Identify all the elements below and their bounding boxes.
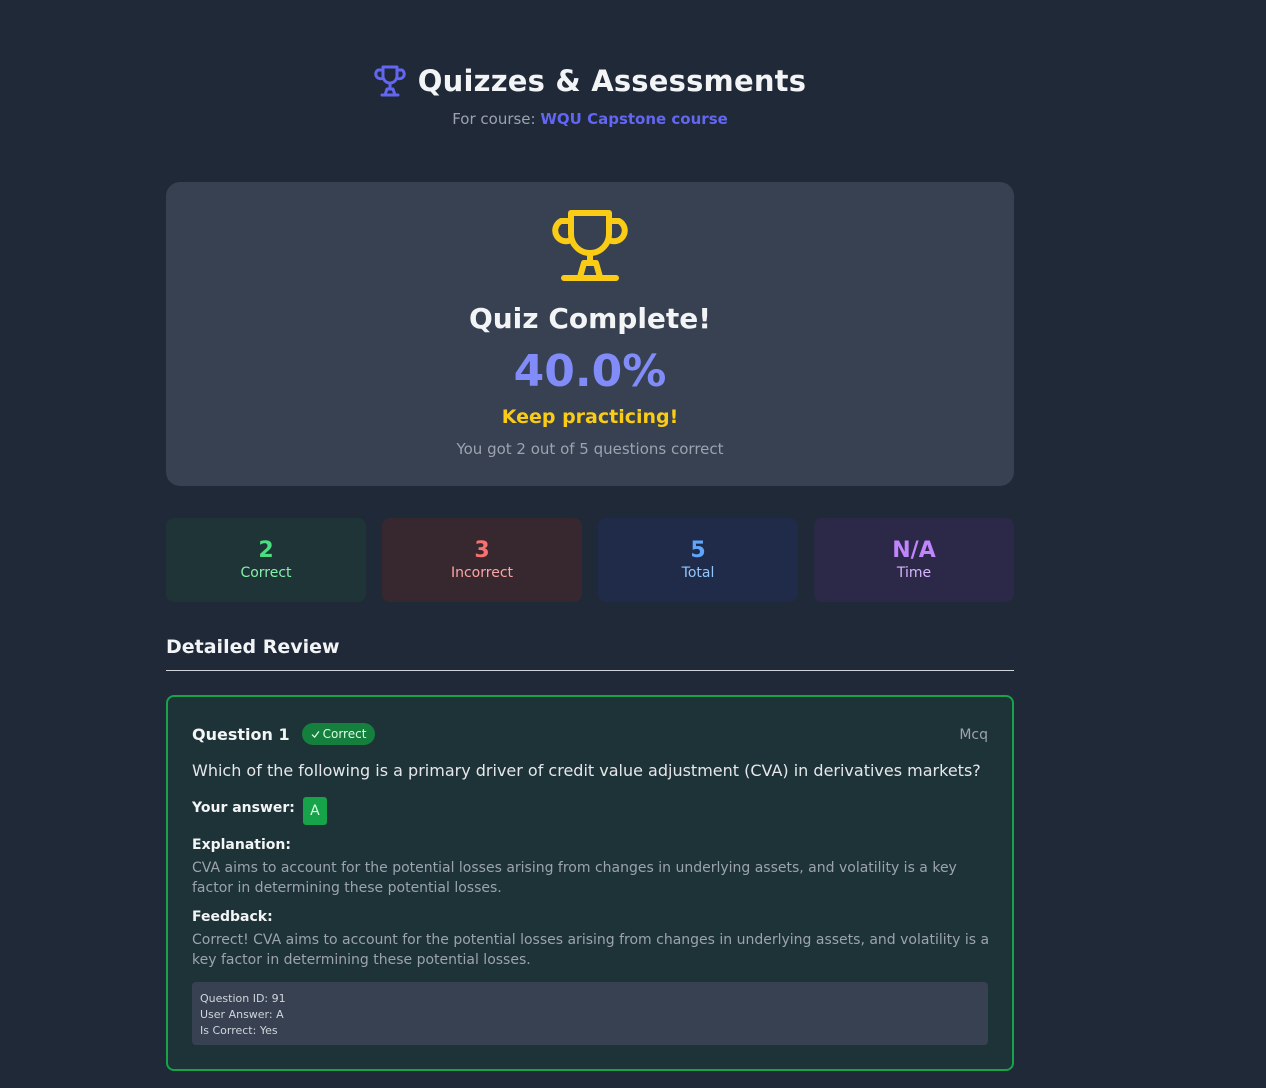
quiz-complete-heading: Quiz Complete! [468, 302, 712, 335]
status-badge: Correct [301, 723, 376, 745]
question-type: Mcq [959, 727, 988, 743]
trophy-icon [374, 65, 406, 97]
question-header: Question 1 Correct [192, 723, 376, 745]
explanation-label: Explanation: [192, 837, 291, 853]
stat-correct: 2 Correct [166, 518, 366, 602]
check-icon [311, 730, 319, 738]
course-link[interactable]: WQU Capstone course [540, 110, 727, 128]
stat-label: Correct [240, 565, 292, 581]
encouragement-message: Keep practicing! [501, 406, 679, 428]
page-title: Quizzes & Assessments [417, 64, 807, 98]
feedback-label: Feedback: [192, 909, 273, 925]
stat-value: 5 [690, 538, 706, 563]
course-prefix: For course: [452, 110, 536, 128]
score-summary: You got 2 out of 5 questions correct [456, 440, 724, 458]
score-percentage: 40.0% [513, 346, 667, 397]
quiz-result-card: Quiz Complete! 40.0% Keep practicing! Yo… [166, 182, 1014, 486]
feedback-text: Correct! CVA aims to account for the pot… [192, 932, 990, 968]
question-text: Which of the following is a primary driv… [192, 761, 981, 780]
meta-question-id: Question ID: 91 [200, 992, 286, 1005]
question-meta-box: Question ID: 91 User Answer: A Is Correc… [192, 982, 988, 1045]
detailed-review-heading: Detailed Review [166, 636, 1014, 671]
answer-label: Your answer: [192, 800, 295, 816]
stat-label: Time [896, 565, 932, 581]
stat-value: 2 [258, 538, 274, 563]
page-header: Quizzes & Assessments For course: WQU Ca… [0, 64, 1180, 128]
status-badge-label: Correct [322, 727, 367, 741]
course-subtitle: For course: WQU Capstone course [0, 110, 1180, 128]
stat-incorrect: 3 Incorrect [382, 518, 582, 602]
stat-total: 5 Total [598, 518, 798, 602]
meta-user-answer: User Answer: A [200, 1008, 284, 1021]
stat-time: N/A Time [814, 518, 1014, 602]
user-answer-chip: A [302, 797, 327, 825]
question-title: Question 1 [192, 724, 290, 744]
answer-row: Your answer: A [192, 797, 327, 825]
stat-value: 3 [474, 538, 490, 563]
explanation-text: CVA aims to account for the potential lo… [192, 860, 957, 896]
stat-value: N/A [892, 538, 936, 563]
stat-label: Total [681, 565, 715, 581]
stat-label: Incorrect [450, 565, 514, 581]
trophy-icon [552, 210, 628, 281]
meta-is-correct: Is Correct: Yes [200, 1024, 278, 1037]
question-card: Question 1 Correct Mcq Which of the foll… [166, 695, 1014, 1071]
